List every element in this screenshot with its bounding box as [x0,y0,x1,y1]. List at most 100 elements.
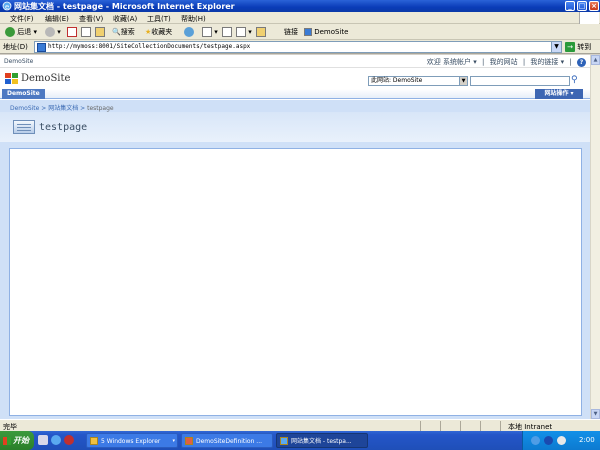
my-site-link[interactable]: 我的网站 [490,58,518,66]
breadcrumb: DemoSite > 网站集文档 > testpage [10,105,114,112]
back-label: 后退 [17,28,32,36]
forward-arrow-icon [45,27,55,37]
home-icon [95,27,105,37]
ie-icon: e [2,1,12,11]
mail-button[interactable]: ▾ [202,26,218,38]
my-links-menu[interactable]: 我的链接 ▾ [530,58,564,66]
breadcrumb-root[interactable]: DemoSite [10,105,39,112]
address-bar: 地址(D) http://mymoss:8001/SiteCollectionD… [0,40,600,54]
status-bar: 完毕 本地 Intranet [0,419,600,431]
mail-icon [202,27,212,37]
global-links: 欢迎 系统帐户 ▾ | 我的网站 | 我的链接 ▾ | ? [424,57,586,67]
title-bar: e 网站集文档 - testpage - Microsoft Internet … [0,0,600,12]
start-button[interactable]: 开始 [0,431,34,450]
favorites-button[interactable]: ★收藏夹 [145,26,172,38]
svg-text:e: e [5,3,9,11]
scroll-up-icon[interactable]: ▲ [591,55,600,65]
address-url: http://mymoss:8001/SiteCollectionDocumen… [48,43,251,50]
start-label: 开始 [13,436,29,445]
search-button[interactable]: 🔍搜索 [112,26,135,38]
welcome-menu[interactable]: 欢迎 系统帐户 ▾ [427,58,477,66]
vertical-scrollbar[interactable]: ▲ ▼ [590,55,600,419]
sp-global-bar: DemoSite 欢迎 系统帐户 ▾ | 我的网站 | 我的链接 ▾ | ? [0,55,590,68]
clock: 2:00 [579,436,595,444]
site-actions-menu[interactable]: 网站操作 ▾ [535,89,583,99]
help-tray-icon[interactable] [544,436,553,445]
folder-icon [90,437,98,445]
task-ie-testpage[interactable]: 网站集文档 - testpa... [276,433,368,448]
scope-dropdown-icon: ▼ [459,77,467,85]
site-logo-icon [5,73,18,85]
menu-bar: 文件(F) 编辑(E) 查看(V) 收藏(A) 工具(T) 帮助(H) [0,12,600,24]
go-arrow-icon: → [565,42,575,52]
task-label: 5 Windows Explorer [101,438,161,445]
window-title: 网站集文档 - testpage - Microsoft Internet Ex… [14,2,235,11]
search-input[interactable] [470,76,570,86]
stop-icon [67,27,77,37]
print-button[interactable] [222,26,232,38]
windows-flag-icon [3,436,11,445]
folder-button[interactable] [256,26,266,38]
menu-view[interactable]: 查看(V) [79,14,103,24]
stop-button[interactable] [67,26,77,38]
top-nav: DemoSite 网站操作 ▾ [0,89,590,99]
history-button[interactable] [184,26,194,38]
content-area [9,148,582,416]
page-title: testpage [39,122,88,133]
network-icon[interactable] [531,436,540,445]
page-icon [37,43,46,52]
task-demosite-definition[interactable]: DemoSiteDefinition ... [181,433,273,448]
breadcrumb-current: testpage [87,105,114,112]
refresh-button[interactable] [81,26,91,38]
link-demosite[interactable]: DemoSite [304,26,348,38]
app-icon [185,437,193,445]
taskbar: 开始 5 Windows Explorer ▾ DemoSiteDefinitio… [0,431,600,450]
windows-logo-icon [579,12,599,24]
menu-help[interactable]: 帮助(H) [181,14,206,24]
address-dropdown-icon[interactable]: ▼ [551,42,561,52]
page-layout-icon [13,120,35,134]
page-title-area: testpage [0,112,590,142]
home-button[interactable] [95,26,105,38]
site-name[interactable]: DemoSite [21,73,70,84]
desktop-icon[interactable] [38,435,48,445]
folder-icon [256,27,266,37]
minimize-button[interactable]: _ [565,1,575,11]
go-button[interactable]: → 转到 [565,41,591,53]
search-scope-select[interactable]: 此网站: DemoSite ▼ [368,76,468,86]
close-button[interactable]: × [589,1,599,11]
print-icon [222,27,232,37]
toolbar: 后退 ▾ ▾ 🔍搜索 ★收藏夹 ▾ ▾ 链接 DemoSite [0,24,600,40]
go-label: 转到 [577,43,592,51]
volume-icon[interactable] [557,436,566,445]
menu-tools[interactable]: 工具(T) [147,14,171,24]
tab-demosite[interactable]: DemoSite [2,89,45,99]
menu-favorites[interactable]: 收藏(A) [113,14,137,24]
address-input[interactable]: http://mymoss:8001/SiteCollectionDocumen… [34,41,562,53]
ie-quicklaunch-icon[interactable] [51,435,61,445]
top-site-link[interactable]: DemoSite [4,58,33,65]
address-label: 地址(D) [3,43,28,51]
help-icon[interactable]: ? [577,58,586,67]
search-icon: 🔍 [112,28,121,36]
link-demosite-label: DemoSite [314,28,349,36]
menu-edit[interactable]: 编辑(E) [45,14,69,24]
task-label: 网站集文档 - testpa... [291,438,352,445]
search-scope-value: 此网站: DemoSite [371,77,423,84]
back-button[interactable]: 后退 ▾ [5,26,37,38]
forward-button[interactable]: ▾ [45,26,61,38]
scroll-down-icon[interactable]: ▼ [591,409,600,419]
menu-file[interactable]: 文件(F) [10,14,34,24]
search-go-icon[interactable]: ⚲ [571,75,583,86]
system-tray: 2:00 [522,431,600,450]
links-label: 链接 [284,28,298,36]
maximize-button[interactable]: □ [577,1,587,11]
breadcrumb-library[interactable]: 网站集文档 [48,105,78,112]
history-icon [184,27,194,37]
task-windows-explorer[interactable]: 5 Windows Explorer ▾ [86,433,178,448]
ie-icon [280,437,288,445]
refresh-icon [81,27,91,37]
app-quicklaunch-icon[interactable] [64,435,74,445]
edit-icon [236,27,246,37]
edit-button[interactable]: ▾ [236,26,252,38]
